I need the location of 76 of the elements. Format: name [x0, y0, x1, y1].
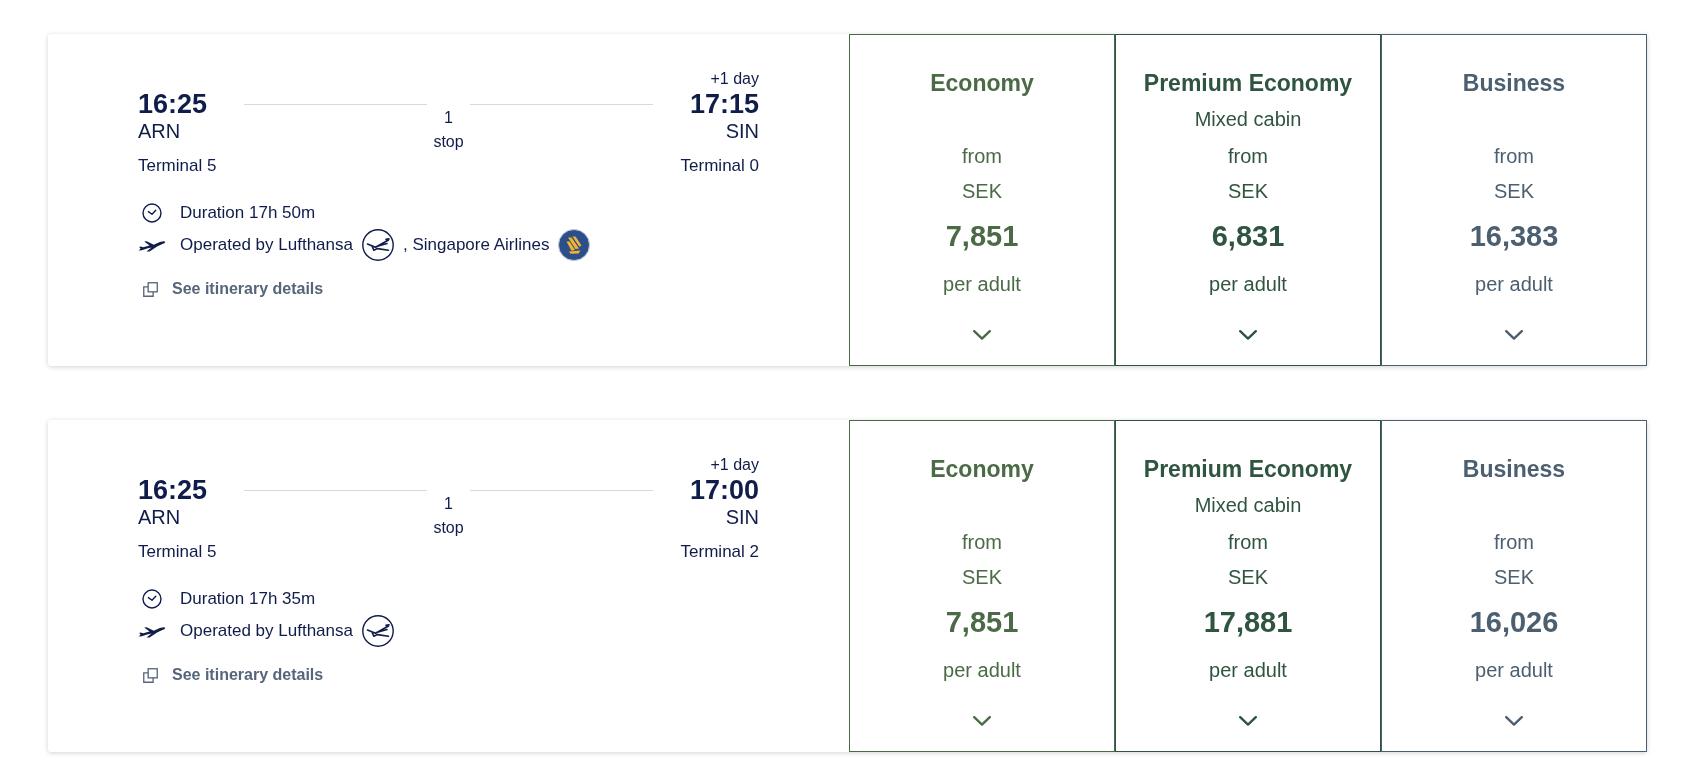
operator-name: Operated by Lufthansa — [180, 620, 353, 642]
currency: SEK — [962, 180, 1002, 202]
price-prefix: from — [1228, 145, 1268, 167]
price-unit: per adult — [1209, 659, 1287, 681]
departure-time: 16:25 — [138, 88, 208, 120]
chevron-down-icon — [973, 330, 991, 340]
chevron-down-icon — [1505, 716, 1523, 726]
airplane-icon — [138, 238, 166, 252]
fare-card[interactable]: Premium Economy Mixed cabin from SEK 6,831 per adult — [1115, 34, 1381, 366]
price-prefix: from — [1494, 531, 1534, 553]
fare-card[interactable]: Premium Economy Mixed cabin from SEK 17,881 per adult — [1115, 420, 1381, 752]
chevron-down-icon — [1239, 330, 1257, 340]
day-offset: +1 day — [710, 456, 759, 474]
fare-card[interactable]: Business from SEK 16,026 per adult — [1381, 420, 1647, 752]
overlapping-squares-icon — [143, 281, 158, 297]
operator-name: , Singapore Airlines — [402, 234, 550, 256]
price-unit: per adult — [1475, 273, 1553, 295]
bird-ring-icon — [361, 229, 394, 261]
cabin-name: Economy — [930, 456, 1034, 482]
fare-card[interactable]: Business from SEK 16,383 per adult — [1381, 34, 1647, 366]
fare-card[interactable]: Economy from SEK 7,851 per adult — [849, 420, 1115, 752]
price-unit: per adult — [943, 659, 1021, 681]
departure-time: 16:25 — [138, 474, 208, 506]
fare-price: 17,881 — [1203, 606, 1293, 638]
currency: SEK — [1494, 180, 1534, 202]
fare-price: 7,851 — [945, 220, 1019, 252]
fare-card[interactable]: Economy from SEK 7,851 per adult — [849, 34, 1115, 366]
price-unit: per adult — [943, 273, 1021, 295]
itinerary-details-link[interactable]: See itinerary details — [138, 665, 324, 685]
stops-count: 1 stop — [432, 494, 465, 538]
striped-disc-icon — [558, 229, 591, 261]
price-prefix: from — [1228, 531, 1268, 553]
terminal: Terminal 0 — [680, 156, 759, 176]
airport-code: SIN — [725, 506, 759, 528]
day-offset: +1 day — [710, 70, 759, 88]
price-unit: per adult — [1475, 659, 1553, 681]
currency: SEK — [1228, 180, 1268, 202]
bird-ring-icon — [361, 615, 394, 647]
airplane-icon — [138, 624, 166, 638]
cabin-name: Premium Economy — [1143, 456, 1353, 482]
clock-icon — [142, 589, 162, 609]
airport-code: ARN — [138, 120, 181, 142]
clock-icon — [142, 203, 162, 223]
cabin-note: Mixed cabin — [1194, 108, 1302, 130]
chevron-down-icon — [1505, 330, 1523, 340]
currency: SEK — [1228, 566, 1268, 588]
terminal: Terminal 2 — [680, 542, 759, 562]
flight-duration: Duration 17h 50m — [180, 202, 316, 224]
currency: SEK — [962, 566, 1002, 588]
cabin-name: Business — [1462, 456, 1566, 482]
cabin-name: Economy — [930, 70, 1034, 96]
fare-price: 7,851 — [945, 606, 1019, 638]
arrival-time: 17:00 — [689, 474, 759, 506]
fare-price: 6,831 — [1211, 220, 1285, 252]
price-prefix: from — [962, 145, 1002, 167]
airport-code: ARN — [138, 506, 181, 528]
fare-price: 16,383 — [1469, 220, 1559, 252]
price-prefix: from — [1494, 145, 1534, 167]
arrival-time: 17:15 — [689, 88, 759, 120]
airport-code: SIN — [725, 120, 759, 142]
itinerary-details-link[interactable]: See itinerary details — [138, 279, 324, 299]
cabin-name: Business — [1462, 70, 1566, 96]
chevron-down-icon — [1239, 716, 1257, 726]
terminal: Terminal 5 — [138, 156, 217, 176]
fare-price: 16,026 — [1469, 606, 1559, 638]
chevron-down-icon — [973, 716, 991, 726]
stops-count: 1 stop — [432, 108, 465, 152]
terminal: Terminal 5 — [138, 542, 217, 562]
cabin-name: Premium Economy — [1143, 70, 1353, 96]
price-unit: per adult — [1209, 273, 1287, 295]
cabin-note: Mixed cabin — [1194, 494, 1302, 516]
operator-name: Operated by Lufthansa — [180, 234, 353, 256]
currency: SEK — [1494, 566, 1534, 588]
price-prefix: from — [962, 531, 1002, 553]
overlapping-squares-icon — [143, 667, 158, 683]
flight-duration: Duration 17h 35m — [180, 588, 316, 610]
